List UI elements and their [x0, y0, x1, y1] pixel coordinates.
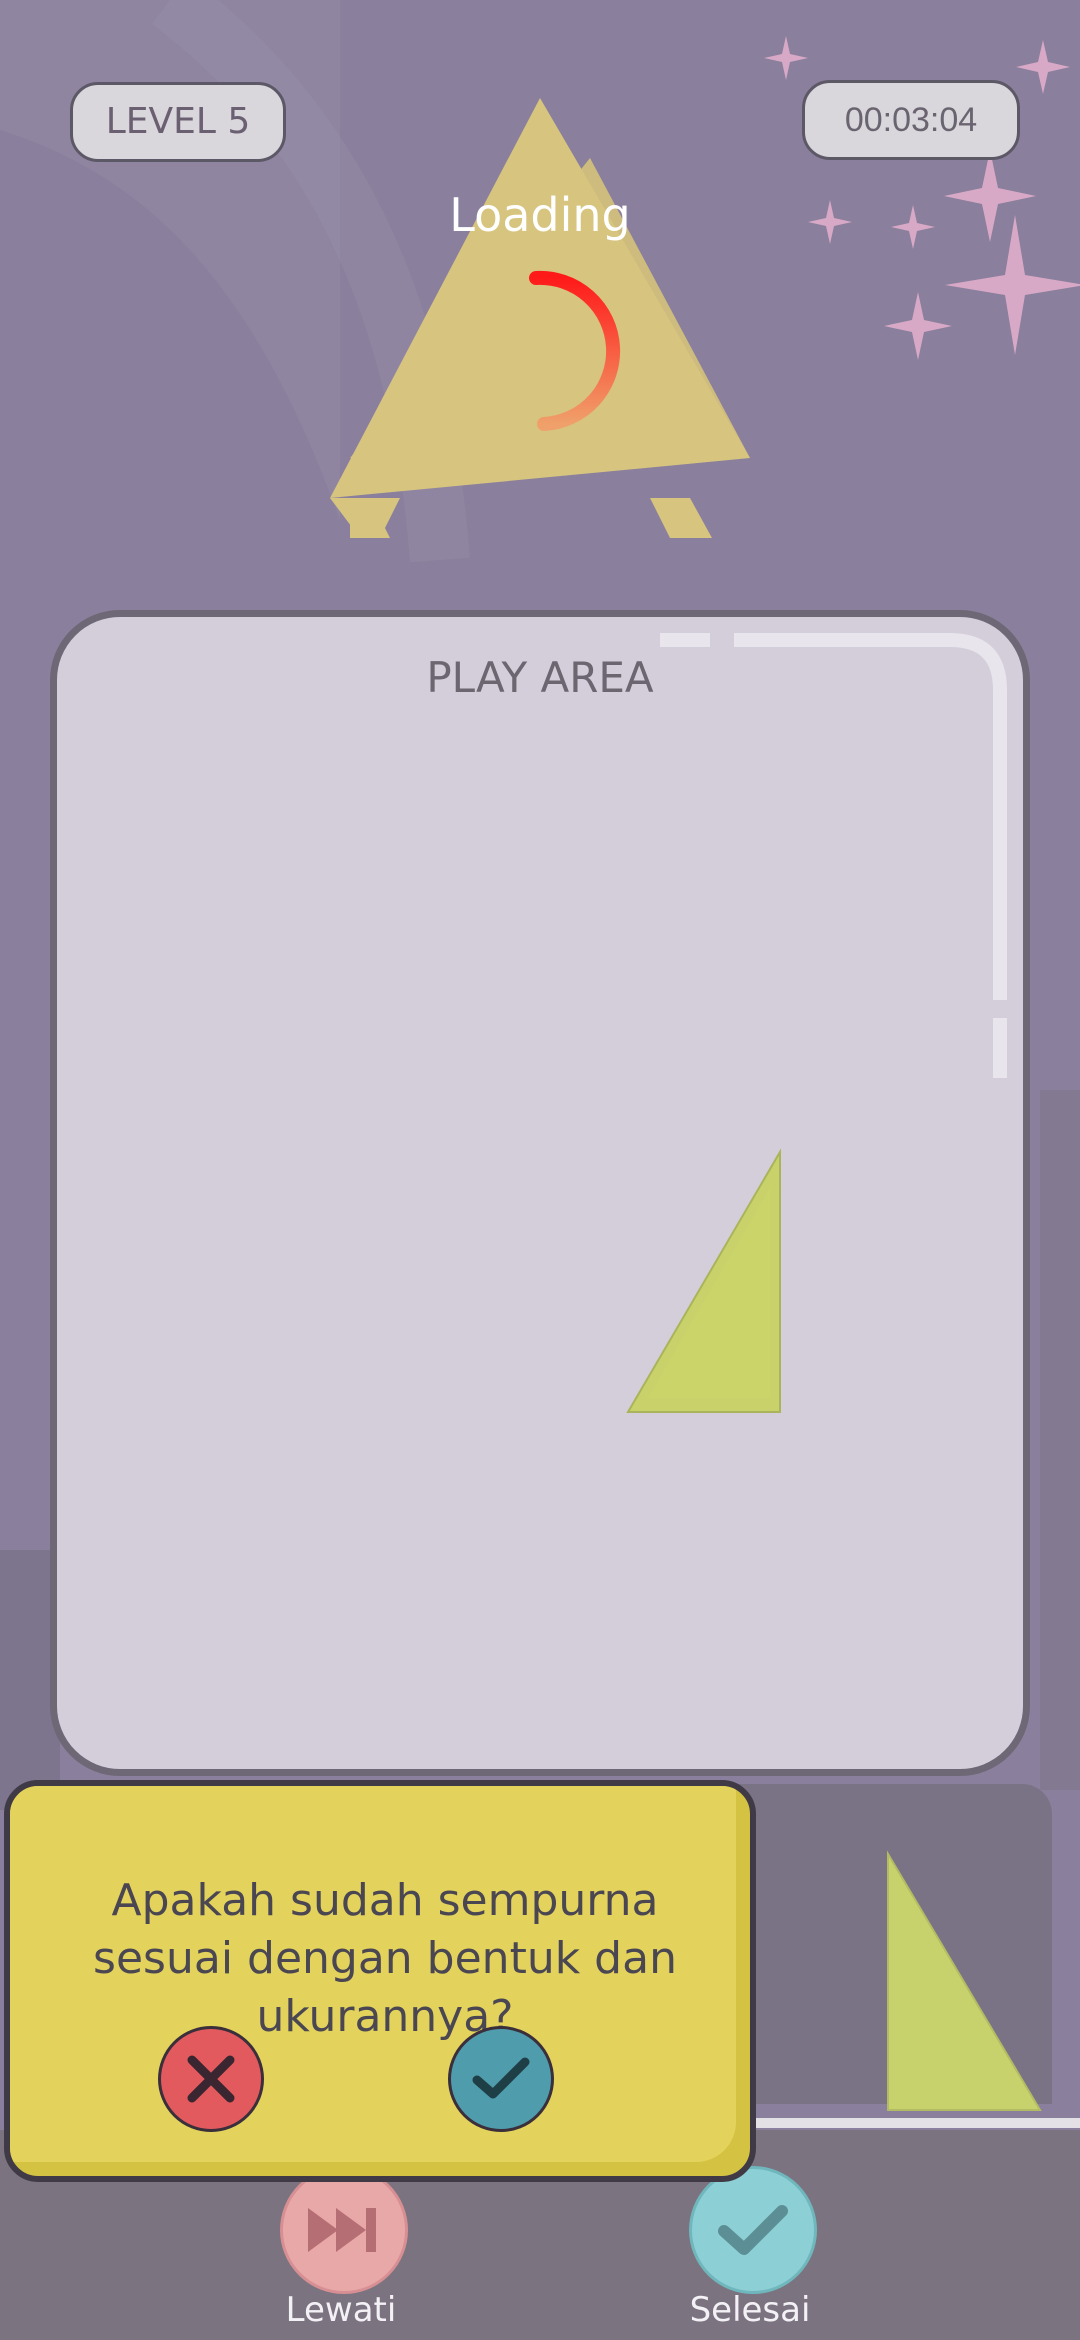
placed-triangle-piece[interactable] — [620, 1148, 790, 1418]
dialog-question: Apakah sudah sempurna sesuai dengan bent… — [93, 1875, 677, 2042]
timer-value: 00:03:04 — [844, 101, 978, 139]
tray-line — [740, 2118, 1080, 2128]
check-icon — [718, 2205, 788, 2255]
timer-badge: 00:03:04 — [802, 80, 1020, 160]
level-badge: LEVEL 5 — [70, 82, 286, 162]
skip-label: Lewati — [285, 2290, 397, 2330]
loading-spinner-icon — [529, 270, 621, 431]
skip-button[interactable] — [280, 2166, 408, 2294]
loading-text: Loading — [449, 188, 631, 242]
close-icon — [187, 2055, 235, 2103]
tray-triangle-piece[interactable] — [880, 1850, 1046, 2114]
check-icon — [472, 2057, 530, 2099]
dialog-yes-button[interactable] — [448, 2026, 554, 2132]
finish-label: Selesai — [689, 2290, 811, 2330]
level-label: LEVEL 5 — [105, 101, 251, 142]
finish-button[interactable] — [689, 2166, 817, 2294]
fast-forward-icon — [308, 2208, 376, 2252]
confirm-dialog: Apakah sudah sempurna sesuai dengan bent… — [4, 1780, 756, 2182]
play-area-glare — [660, 633, 1007, 1078]
dialog-no-button[interactable] — [158, 2026, 264, 2132]
